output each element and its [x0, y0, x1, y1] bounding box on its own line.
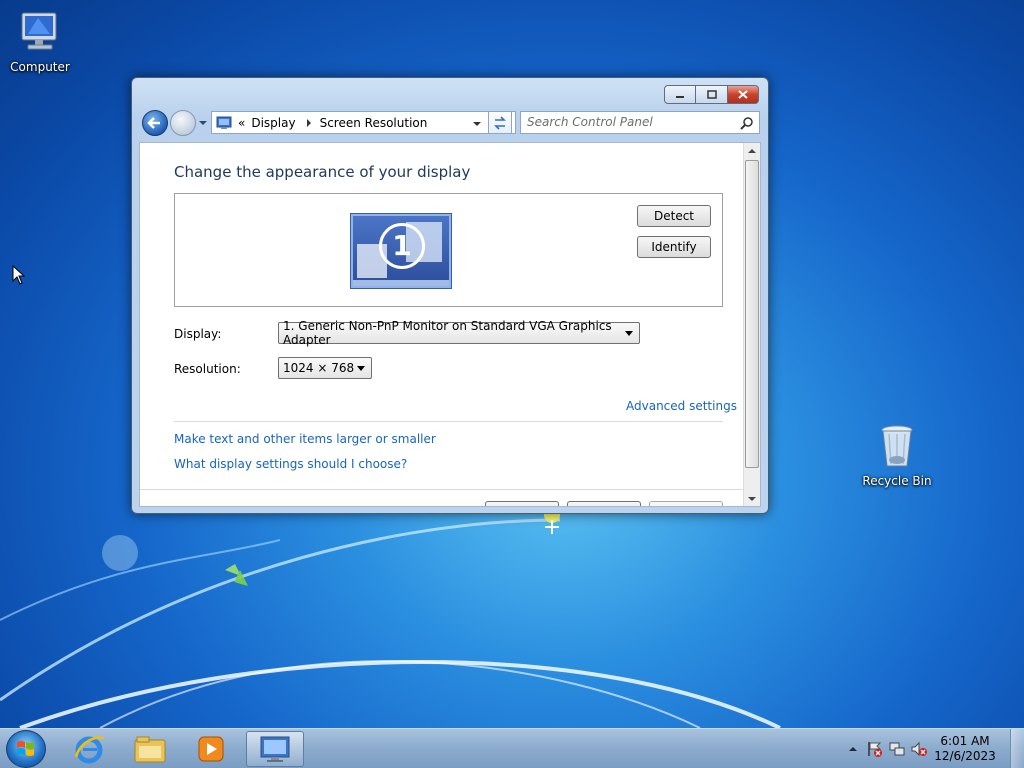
breadcrumb-screen-resolution[interactable]: Screen Resolution: [320, 116, 428, 130]
chevron-down-icon: [625, 331, 633, 336]
windows-logo-icon: [17, 741, 34, 756]
computer-icon: [21, 12, 57, 50]
control-panel-icon: [216, 116, 232, 129]
taskbar: 6:01 AM 12/6/2023: [0, 728, 1024, 768]
display-select[interactable]: 1. Generic Non-PnP Monitor on Standard V…: [278, 319, 640, 347]
search-input[interactable]: [527, 112, 737, 132]
window-controls: [664, 85, 759, 104]
display-label: Display:: [174, 327, 222, 341]
resolution-label: Resolution:: [174, 362, 241, 376]
scrollbar-thumb[interactable]: [745, 160, 759, 468]
monitor-number: 1: [379, 223, 425, 269]
divider: [174, 421, 723, 422]
monitor-arrangement-area: 1 Detect Identify: [174, 193, 723, 307]
show-hidden-icons-icon[interactable]: [848, 745, 858, 753]
taskbar-display-control-panel[interactable]: [246, 731, 304, 767]
chevron-down-icon: [357, 366, 365, 371]
breadcrumb-display[interactable]: Display: [251, 116, 295, 130]
detect-button[interactable]: Detect: [637, 205, 711, 227]
desktop-icon-recycle-bin[interactable]: Recycle Bin: [857, 422, 937, 488]
resolution-select[interactable]: 1024 × 768: [278, 357, 372, 379]
vertical-scrollbar[interactable]: [743, 143, 760, 506]
back-button[interactable]: [142, 110, 168, 136]
scroll-down-icon[interactable]: [748, 496, 756, 502]
identify-button[interactable]: Identify: [637, 236, 711, 258]
refresh-button[interactable]: [488, 111, 512, 134]
breadcrumb-overflow[interactable]: «: [238, 116, 245, 130]
maximize-button[interactable]: [696, 85, 728, 104]
chevron-down-icon[interactable]: [472, 120, 482, 128]
windows-explorer-icon: [134, 736, 166, 763]
cancel-button[interactable]: [567, 501, 641, 506]
content-pane: Change the appearance of your display 1 …: [139, 142, 761, 507]
maximize-icon: [706, 90, 717, 99]
start-button[interactable]: [6, 730, 46, 768]
monitor-1-tile[interactable]: 1: [350, 213, 452, 289]
show-desktop-button[interactable]: [1010, 729, 1024, 768]
page-title: Change the appearance of your display: [174, 163, 471, 181]
display-select-value: 1. Generic Non-PnP Monitor on Standard V…: [283, 319, 612, 347]
clock-date: 12/6/2023: [934, 749, 996, 763]
search-icon[interactable]: [740, 116, 754, 130]
forward-button[interactable]: [170, 110, 196, 136]
recent-pages-dropdown[interactable]: [198, 119, 208, 127]
minimize-button[interactable]: [664, 85, 696, 104]
chevron-right-icon[interactable]: [306, 118, 312, 127]
media-player-icon: [198, 736, 224, 762]
taskbar-clock[interactable]: 6:01 AM 12/6/2023: [930, 734, 1000, 764]
recycle-bin-icon: [881, 425, 913, 467]
taskbar-windows-explorer[interactable]: [121, 731, 179, 767]
network-icon[interactable]: [888, 740, 906, 758]
desktop-icon-computer[interactable]: Computer: [0, 8, 80, 74]
internet-explorer-icon: [74, 736, 105, 764]
navigation-bar: « Display Screen Resolution: [140, 108, 760, 138]
refresh-icon: [494, 115, 506, 130]
advanced-settings-link[interactable]: Advanced settings: [626, 399, 737, 413]
taskbar-internet-explorer[interactable]: [60, 731, 118, 767]
action-center-flag-icon[interactable]: [866, 740, 884, 758]
clock-time: 6:01 AM: [940, 734, 990, 748]
close-icon: [738, 90, 748, 99]
footer-divider: [140, 489, 744, 490]
screen-resolution-window: « Display Screen Resolution Change the a…: [131, 77, 769, 514]
taskbar-media-player[interactable]: [182, 731, 240, 767]
arrow-left-icon: [147, 117, 160, 129]
notification-area: 6:01 AM 12/6/2023: [834, 729, 1024, 768]
search-box[interactable]: [520, 111, 760, 134]
close-button[interactable]: [728, 85, 759, 104]
apply-button[interactable]: [649, 501, 723, 506]
address-bar[interactable]: « Display Screen Resolution: [211, 111, 516, 134]
mouse-cursor-icon: [12, 265, 26, 285]
display-control-panel-icon: [260, 736, 290, 762]
resolution-select-value: 1024 × 768: [283, 361, 355, 375]
minimize-icon: [676, 95, 684, 98]
ok-button[interactable]: [485, 501, 559, 506]
text-size-link[interactable]: Make text and other items larger or smal…: [174, 432, 436, 446]
scroll-up-icon[interactable]: [748, 148, 756, 154]
display-help-link[interactable]: What display settings should I choose?: [174, 457, 407, 471]
volume-muted-icon[interactable]: [910, 740, 928, 758]
